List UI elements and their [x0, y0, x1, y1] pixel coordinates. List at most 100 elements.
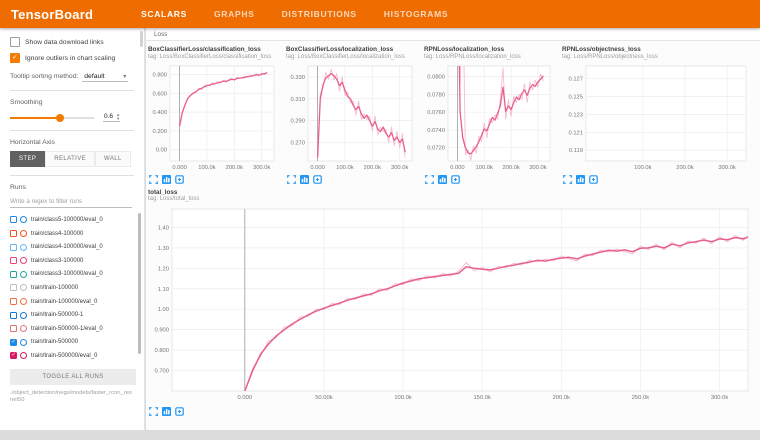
run-isolator-icon[interactable] — [20, 298, 27, 305]
run-checkbox[interactable]: ✓ — [10, 312, 17, 319]
expand-icon[interactable] — [425, 175, 434, 184]
show-download-links-checkbox[interactable]: ✓ — [10, 37, 20, 47]
chart-title: RPNLoss/localization_loss — [424, 46, 562, 54]
fit-domain-icon[interactable] — [589, 175, 598, 184]
run-checkbox[interactable]: ✓ — [10, 230, 17, 237]
run-checkbox[interactable]: ✓ — [10, 216, 17, 223]
run-isolator-icon[interactable] — [20, 312, 27, 319]
show-download-links-row[interactable]: ✓ Show data download links — [10, 37, 144, 47]
toggle-all-runs-button[interactable]: TOGGLE ALL RUNS — [10, 369, 136, 385]
chart-tag: tag: Loss/RPNLoss/localization_loss — [424, 54, 562, 61]
run-checkbox[interactable]: ✓ — [10, 339, 17, 346]
svg-text:100.0k: 100.0k — [336, 165, 354, 171]
run-checkbox[interactable]: ✓ — [10, 284, 17, 291]
chart-title: RPNLoss/objectness_loss — [562, 46, 760, 54]
category-header-loss[interactable]: Loss — [146, 28, 760, 41]
run-isolator-icon[interactable] — [20, 244, 27, 251]
chart-tag: tag: Loss/BoxClassifierLoss/localization… — [286, 54, 424, 61]
run-isolator-icon[interactable] — [20, 284, 27, 291]
chart-toolbar — [563, 175, 760, 184]
tooltip-sorting-dropdown[interactable]: default▾ — [82, 72, 128, 82]
chart-type-toggle-icon[interactable] — [576, 175, 585, 184]
run-item[interactable]: ✓train/train-100000 — [10, 281, 144, 295]
chart-toolbar — [425, 175, 562, 184]
ignore-outliers-row[interactable]: ✓ Ignore outliers in chart scaling — [10, 53, 144, 63]
expand-icon[interactable] — [149, 407, 158, 416]
run-checkbox[interactable]: ✓ — [10, 352, 17, 359]
fit-domain-icon[interactable] — [175, 407, 184, 416]
horizontal-axis-buttons: STEP RELATIVE WALL — [10, 151, 144, 167]
run-checkbox[interactable]: ✓ — [10, 244, 17, 251]
run-isolator-icon[interactable] — [20, 339, 27, 346]
run-checkbox[interactable]: ✓ — [10, 271, 17, 278]
svg-text:0.0720: 0.0720 — [427, 145, 445, 151]
run-item[interactable]: ✓train/train-500000-1/eval_0 — [10, 322, 144, 336]
chart-plot-objectness-loss[interactable]: 0.1270.1250.1230.1210.119100.0k200.0k300… — [562, 63, 754, 173]
sidebar-scrollbar[interactable] — [140, 31, 143, 47]
chart-plot-classification-loss[interactable]: 0.8000.6000.4000.2000.000.000100.0k200.0… — [148, 63, 278, 173]
run-item[interactable]: ✓train/train-500000/eval_0 — [10, 349, 144, 363]
run-item[interactable]: ✓train/class5-100000/eval_0 — [10, 213, 144, 227]
svg-text:0.0740: 0.0740 — [427, 127, 445, 133]
run-isolator-icon[interactable] — [20, 257, 27, 264]
run-isolator-icon[interactable] — [20, 216, 27, 223]
expand-icon[interactable] — [149, 175, 158, 184]
fit-domain-icon[interactable] — [175, 175, 184, 184]
app-header: TensorBoard SCALARS GRAPHS DISTRIBUTIONS… — [0, 0, 760, 28]
tab-scalars[interactable]: SCALARS — [141, 9, 187, 19]
svg-text:300.0k: 300.0k — [711, 395, 729, 401]
tab-graphs[interactable]: GRAPHS — [214, 9, 255, 19]
run-item[interactable]: ✓train/class4-100000 — [10, 227, 144, 241]
divider — [10, 90, 134, 91]
run-item[interactable]: ✓train/train-500000 — [10, 336, 144, 350]
svg-text:1.40: 1.40 — [158, 225, 169, 231]
smoothing-value[interactable]: 0.6 — [104, 113, 117, 120]
run-item[interactable]: ✓train/class3-100000/eval_0 — [10, 268, 144, 282]
run-isolator-icon[interactable] — [20, 352, 27, 359]
expand-icon[interactable] — [563, 175, 572, 184]
small-charts-row: BoxClassifierLoss/classification_loss ta… — [146, 41, 760, 184]
run-checkbox[interactable]: ✓ — [10, 325, 17, 332]
chart-type-toggle-icon[interactable] — [162, 407, 171, 416]
svg-text:0.000: 0.000 — [450, 165, 465, 171]
run-item[interactable]: ✓train/class3-100000 — [10, 254, 144, 268]
fit-domain-icon[interactable] — [451, 175, 460, 184]
chart-plot-boxloc-loss[interactable]: 0.3300.3100.2900.2700.000100.0k200.0k300… — [286, 63, 416, 173]
smoothing-slider[interactable] — [10, 117, 94, 119]
tab-histograms[interactable]: HISTOGRAMS — [384, 9, 448, 19]
runs-list-scrollbar[interactable] — [138, 213, 141, 354]
fit-domain-icon[interactable] — [313, 175, 322, 184]
chart-plot-rpnloc-loss[interactable]: 0.08000.07800.07600.07400.07200.000100.0… — [424, 63, 554, 173]
relative-button[interactable]: RELATIVE — [45, 151, 95, 167]
run-item[interactable]: ✓train/class4-100000/eval_0 — [10, 240, 144, 254]
run-checkbox[interactable]: ✓ — [10, 298, 17, 305]
slider-thumb[interactable] — [56, 114, 64, 122]
run-isolator-icon[interactable] — [20, 230, 27, 237]
svg-text:1.10: 1.10 — [158, 287, 169, 293]
svg-text:0.0780: 0.0780 — [427, 92, 445, 98]
run-checkbox[interactable]: ✓ — [10, 257, 17, 264]
horizontal-axis-label: Horizontal Axis — [10, 139, 144, 146]
svg-text:0.200: 0.200 — [152, 128, 167, 134]
run-item[interactable]: ✓train/train-500000-1 — [10, 308, 144, 322]
chart-plot-total-loss[interactable]: 1.401.301.201.101.000.9000.8000.7000.000… — [148, 205, 754, 405]
ignore-outliers-checkbox[interactable]: ✓ — [10, 53, 20, 63]
runs-filter-input[interactable] — [10, 196, 132, 208]
chart-type-toggle-icon[interactable] — [300, 175, 309, 184]
wall-button[interactable]: WALL — [95, 151, 131, 167]
run-item[interactable]: ✓train/train-100000/eval_0 — [10, 295, 144, 309]
chart-type-toggle-icon[interactable] — [162, 175, 171, 184]
tab-distributions[interactable]: DISTRIBUTIONS — [282, 9, 357, 19]
chart-type-toggle-icon[interactable] — [438, 175, 447, 184]
chart-card-classification-loss: BoxClassifierLoss/classification_loss ta… — [148, 46, 286, 184]
svg-text:300.0k: 300.0k — [718, 165, 736, 171]
svg-text:200.0k: 200.0k — [364, 165, 382, 171]
spinner-arrows-icon[interactable]: ▴▾ — [117, 113, 119, 120]
chart-title: BoxClassifierLoss/classification_loss — [148, 46, 286, 54]
step-button[interactable]: STEP — [10, 151, 45, 167]
run-isolator-icon[interactable] — [20, 271, 27, 278]
run-isolator-icon[interactable] — [20, 325, 27, 332]
svg-text:50.00k: 50.00k — [315, 395, 333, 401]
expand-icon[interactable] — [287, 175, 296, 184]
smoothing-value-spinner[interactable]: 0.6 ▴▾ — [103, 113, 120, 122]
